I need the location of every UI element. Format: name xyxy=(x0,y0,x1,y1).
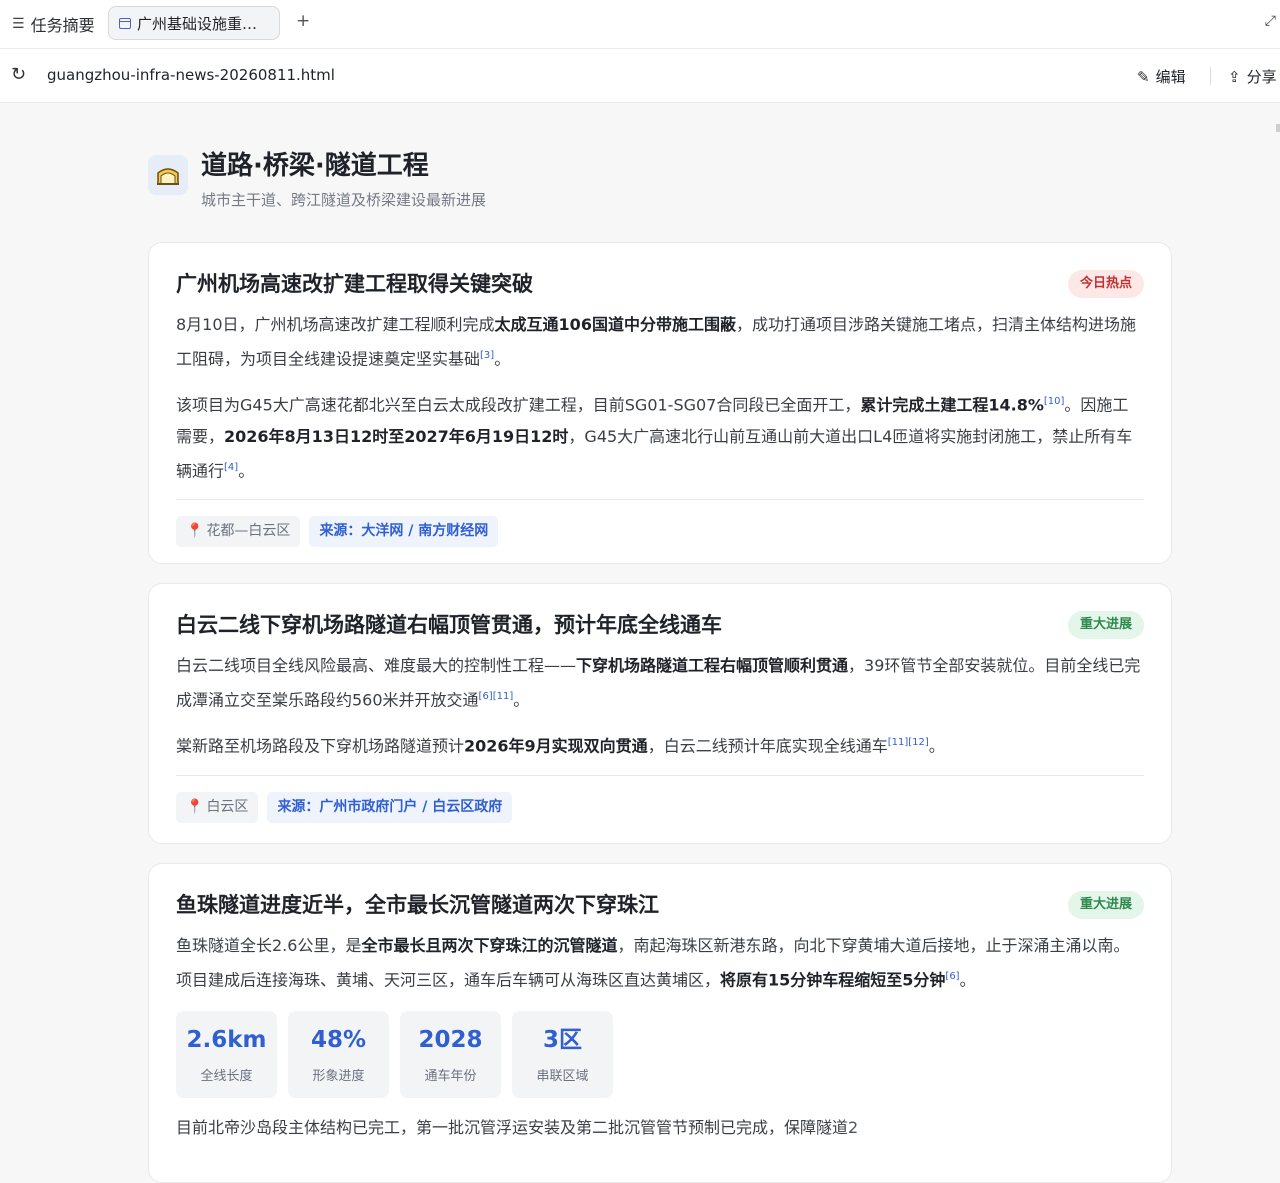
news-card: 白云二线下穿机场路隧道右幅顶管贯通，预计年底全线通车 重大进展 白云二线项目全线… xyxy=(148,583,1172,844)
share-button[interactable]: ⇪ 分享 xyxy=(1228,66,1277,87)
scrollbar[interactable] xyxy=(1276,124,1280,132)
stat-tile: 3区串联区域 xyxy=(512,1011,613,1099)
source-tag[interactable]: 来源：广州市政府门户 / 白云区政府 xyxy=(267,791,513,823)
section-subtitle: 城市主干道、跨江隧道及桥梁建设最新进展 xyxy=(201,191,487,209)
citation-link[interactable]: [6] xyxy=(945,971,959,982)
pen-icon: ✎ xyxy=(1137,67,1150,86)
share-label: 分享 xyxy=(1246,68,1277,86)
edit-button[interactable]: ✎ 编辑 xyxy=(1137,66,1186,87)
text-fade-overlay xyxy=(840,1118,1020,1140)
url-field[interactable]: guangzhou-infra-news-20260811.html xyxy=(47,66,335,84)
list-icon: ☰ xyxy=(12,16,25,32)
construction-icon xyxy=(148,155,188,195)
citation-link[interactable]: [3] xyxy=(480,350,494,361)
toolbar-divider xyxy=(1210,67,1211,85)
share-icon: ⇪ xyxy=(1228,67,1241,86)
tag-row: 📍 白云区 来源：广州市政府门户 / 白云区政府 xyxy=(176,791,1144,823)
hot-badge: 今日热点 xyxy=(1067,270,1144,298)
stat-label: 串联区域 xyxy=(536,1069,589,1085)
stat-label: 全线长度 xyxy=(200,1069,253,1085)
reload-icon[interactable]: ↻ xyxy=(11,64,26,85)
task-summary-button[interactable]: ☰ 任务摘要 xyxy=(12,12,95,36)
address-bar: ↻ guangzhou-infra-news-20260811.html ✎ 编… xyxy=(0,49,1280,103)
stats-row: 2.6km 全线长度 48% 形象进度 2028 通车年份 3区串联区域 xyxy=(176,1011,1144,1099)
pin-icon: 📍 xyxy=(186,522,204,539)
tab-bar: ☰ 任务摘要 广州基础设施重… + ⤢ xyxy=(0,0,1280,49)
stat-label: 形象进度 xyxy=(312,1069,365,1085)
citation-link[interactable]: [6][11] xyxy=(479,691,514,702)
citation-link[interactable]: [4] xyxy=(224,462,238,473)
stat-tile: 2.6km 全线长度 xyxy=(176,1011,277,1099)
stat-tile: 48% 形象进度 xyxy=(288,1011,389,1099)
section-title: 道路·桥梁·隧道工程 xyxy=(201,151,429,181)
citation-link[interactable]: [10] xyxy=(1044,396,1065,407)
news-card: 广州机场高速改扩建工程取得关键突破 今日热点 8月10日，广州机场高速改扩建工程… xyxy=(148,242,1172,564)
stat-value: 2.6km xyxy=(186,1027,267,1054)
source-tag[interactable]: 来源：大洋网 / 南方财经网 xyxy=(309,515,499,547)
stat-value: 3区 xyxy=(542,1027,582,1054)
divider xyxy=(176,498,1144,500)
citation-link[interactable]: [11][12] xyxy=(888,737,929,748)
location-tag: 📍 花都—白云区 xyxy=(176,515,301,547)
edit-label: 编辑 xyxy=(1155,68,1186,86)
progress-badge: 重大进展 xyxy=(1067,891,1144,919)
tag-row: 📍 花都—白云区 来源：大洋网 / 南方财经网 xyxy=(176,515,1144,547)
stat-tile: 2028 通车年份 xyxy=(400,1011,501,1099)
pin-icon: 📍 xyxy=(186,798,204,815)
stat-label: 通车年份 xyxy=(424,1069,477,1085)
card-paragraph: 该项目为G45大广高速花都北兴至白云太成段改扩建工程，目前SG01-SG07合同… xyxy=(176,395,1133,480)
tab-label: 广州基础设施重… xyxy=(137,14,258,33)
card-title: 鱼珠隧道进度近半，全市最长沉管隧道两次下穿珠江 xyxy=(176,893,659,917)
task-summary-label: 任务摘要 xyxy=(30,16,95,35)
tab-active[interactable]: 广州基础设施重… xyxy=(108,6,280,40)
card-paragraph: 8月10日，广州机场高速改扩建工程顺利完成太成互通106国道中分带施工围蔽，成功… xyxy=(176,315,1136,369)
stat-value: 2028 xyxy=(418,1027,483,1054)
page-icon xyxy=(119,17,131,29)
new-tab-button[interactable]: + xyxy=(296,11,310,31)
stat-value: 48% xyxy=(310,1027,367,1054)
card-paragraph: 白云二线项目全线风险最高、难度最大的控制性工程——下穿机场路隧道工程右幅顶管顺利… xyxy=(176,656,1141,710)
divider xyxy=(176,774,1144,776)
expand-icon[interactable]: ⤢ xyxy=(1265,13,1276,29)
progress-badge: 重大进展 xyxy=(1067,611,1144,639)
card-paragraph: 鱼珠隧道全长2.6公里，是全市最长且两次下穿珠江的沉管隧道，南起海珠区新港东路，… xyxy=(176,936,1130,990)
location-tag: 📍 白云区 xyxy=(176,791,259,823)
card-title: 广州机场高速改扩建工程取得关键突破 xyxy=(176,272,533,296)
card-title: 白云二线下穿机场路隧道右幅顶管贯通，预计年底全线通车 xyxy=(176,613,722,637)
card-paragraph: 棠新路至机场路段及下穿机场路隧道预计2026年9月实现双向贯通，白云二线预计年底… xyxy=(176,736,945,756)
